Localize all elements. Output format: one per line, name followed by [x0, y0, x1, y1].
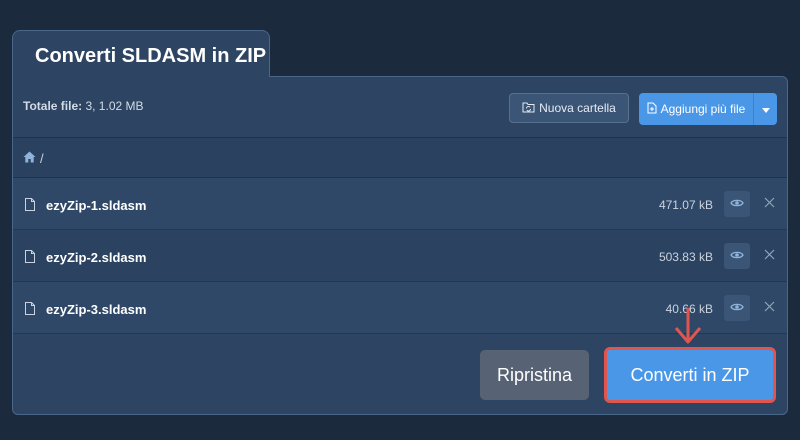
- breadcrumb: /: [23, 151, 44, 166]
- breadcrumb-path: /: [40, 151, 44, 166]
- add-files-main[interactable]: Aggiungi più file: [639, 93, 753, 125]
- file-panel: Totale file: 3, 1.02 MB Nuova cartella A…: [12, 76, 788, 415]
- file-icon: [25, 198, 35, 216]
- toolbar: Totale file: 3, 1.02 MB Nuova cartella A…: [13, 77, 787, 137]
- file-plus-icon: [647, 102, 657, 117]
- eye-icon: [730, 195, 744, 213]
- page-title: Converti SLDASM in ZIP: [35, 45, 267, 67]
- close-icon: [764, 299, 775, 317]
- chevron-down-icon: [761, 100, 770, 118]
- reset-button[interactable]: Ripristina: [480, 350, 589, 400]
- converter-tab: Converti SLDASM in ZIP: [12, 30, 270, 77]
- new-folder-label: Nuova cartella: [539, 101, 616, 115]
- total-files: Totale file: 3, 1.02 MB: [23, 99, 144, 113]
- breadcrumb-bar: /: [13, 137, 787, 178]
- file-row: ezyZip-1.sldasm 471.07 kB: [13, 178, 787, 230]
- total-files-value: 3, 1.02 MB: [85, 99, 144, 113]
- preview-button[interactable]: [724, 243, 750, 269]
- remove-file-button[interactable]: [760, 247, 778, 265]
- home-icon[interactable]: [23, 151, 36, 166]
- eye-icon: [730, 299, 744, 317]
- new-folder-button[interactable]: Nuova cartella: [509, 93, 629, 123]
- remove-file-button[interactable]: [760, 299, 778, 317]
- file-row: ezyZip-2.sldasm 503.83 kB: [13, 230, 787, 282]
- convert-button[interactable]: Converti in ZIP: [604, 347, 776, 403]
- close-icon: [764, 247, 775, 265]
- file-icon: [25, 250, 35, 268]
- preview-button[interactable]: [724, 295, 750, 321]
- add-files-button[interactable]: Aggiungi più file: [639, 93, 777, 125]
- file-size: 471.07 kB: [658, 198, 713, 212]
- close-icon: [764, 195, 775, 213]
- remove-file-button[interactable]: [760, 195, 778, 213]
- file-name: ezyZip-2.sldasm: [46, 250, 147, 265]
- folder-sync-icon: [522, 101, 535, 116]
- file-icon: [25, 302, 35, 320]
- add-files-dropdown[interactable]: [753, 93, 777, 125]
- eye-icon: [730, 247, 744, 265]
- file-name: ezyZip-1.sldasm: [46, 198, 147, 213]
- file-name: ezyZip-3.sldasm: [46, 302, 147, 317]
- arrow-down-icon: [670, 306, 706, 351]
- total-files-label: Totale file:: [23, 99, 83, 113]
- add-files-label: Aggiungi più file: [660, 102, 746, 116]
- preview-button[interactable]: [724, 191, 750, 217]
- file-size: 503.83 kB: [658, 250, 713, 264]
